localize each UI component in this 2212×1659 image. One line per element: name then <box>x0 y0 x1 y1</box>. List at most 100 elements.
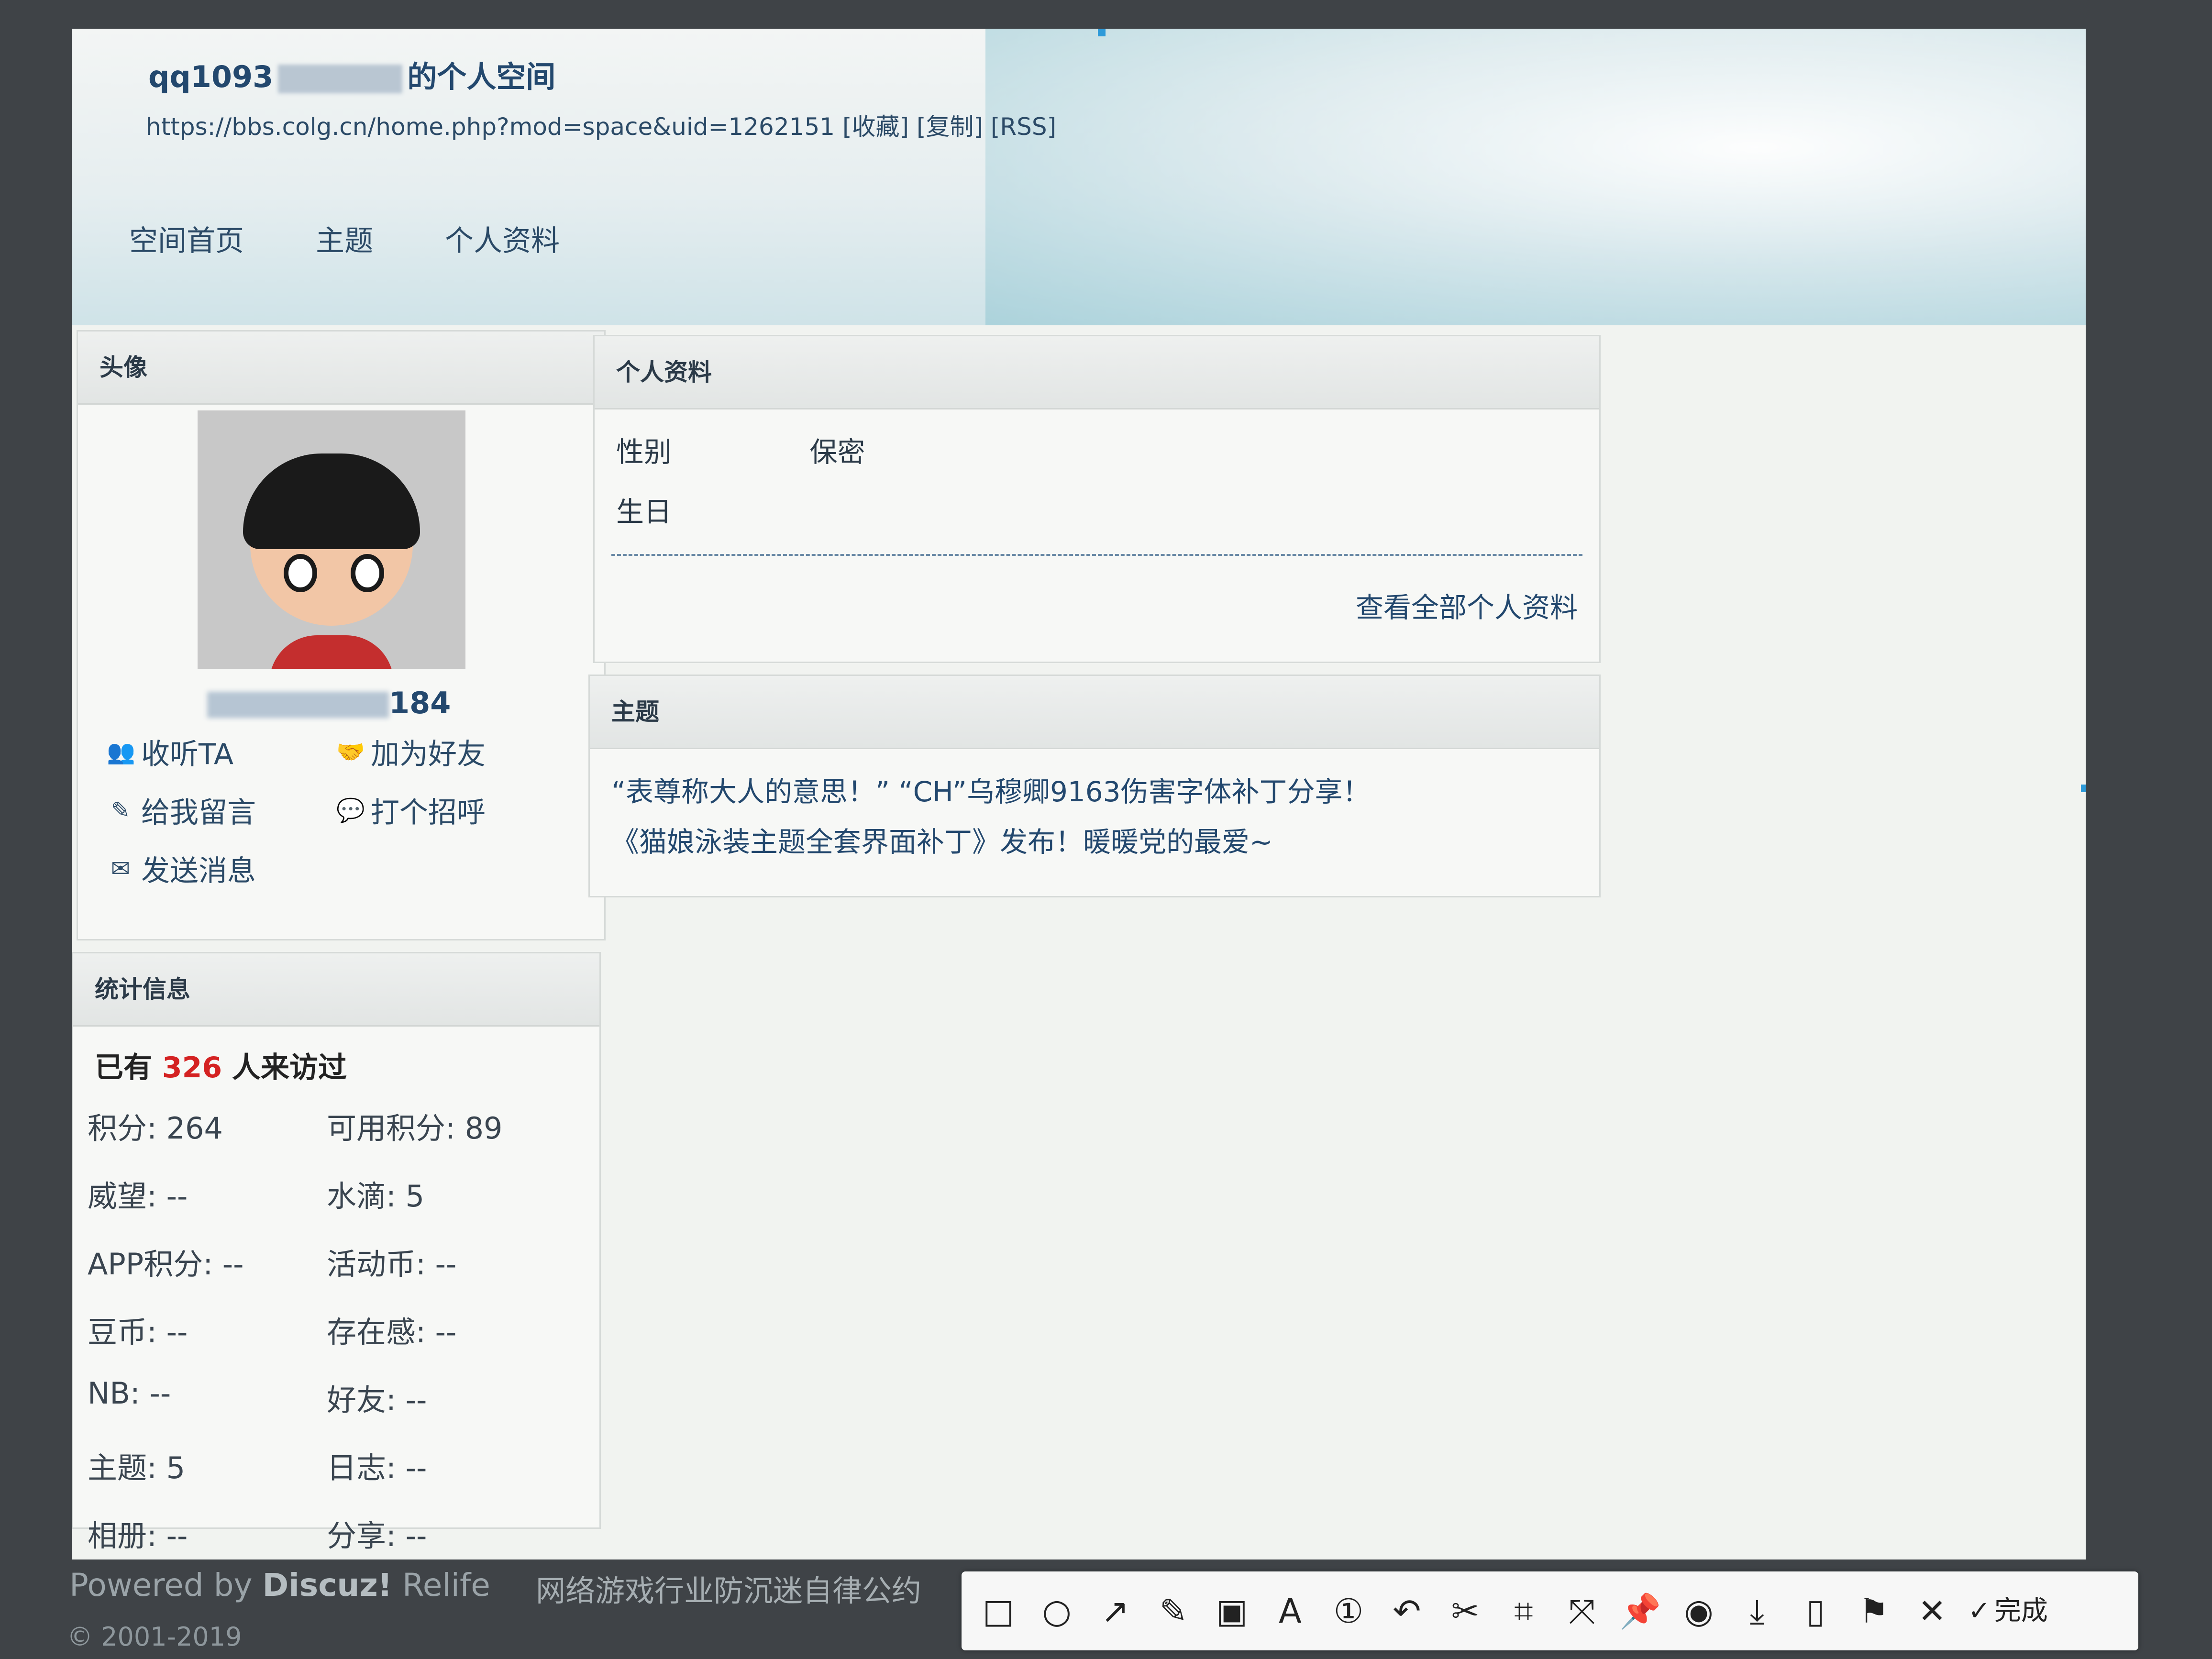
undo-icon[interactable]: ↶ <box>1384 1589 1429 1634</box>
send-message-label: 发送消息 <box>141 854 256 888</box>
profile-panel: 个人资料 性别 保密 生日 查看全部个人资料 <box>593 335 1601 663</box>
stats-grid: 积分: 264 可用积分: 89 威望: -- 水滴: 5 APP积分: -- … <box>88 1104 566 1555</box>
space-title: qq1093 的个人空间 <box>148 53 555 96</box>
scissors-icon[interactable]: ✂ <box>1443 1589 1488 1634</box>
space-url-line: https://bbs.colg.cn/home.php?mod=space&u… <box>146 108 1056 142</box>
add-friend-label: 加为好友 <box>371 738 486 771</box>
birthday-row: 生日 <box>616 489 672 530</box>
action-links: 👥 收听TA 🤝 加为好友 ✎ 给我留言 💬 打个招呼 ✉ 发送消息 <box>107 731 561 889</box>
rss-link[interactable]: [RSS] <box>991 113 1056 141</box>
greet-label: 打个招呼 <box>371 796 486 830</box>
nav-space-home[interactable]: 空间首页 <box>129 218 244 259</box>
redacted-username <box>207 692 389 719</box>
stat-app-points: APP积分: -- <box>88 1247 244 1282</box>
arrow-icon[interactable]: ↗ <box>1093 1589 1138 1634</box>
gender-label: 性别 <box>616 436 672 468</box>
powered-suffix: Relife <box>402 1567 490 1604</box>
view-all-profile-link[interactable]: 查看全部个人资料 <box>1356 585 1578 625</box>
space-url[interactable]: https://bbs.colg.cn/home.php?mod=space&u… <box>146 113 835 141</box>
threads-panel: 主题 “表尊称大人的意思！” “CH”乌穆卿9163伤害字体补丁分享！ 《猫娘泳… <box>588 675 1601 897</box>
circle-icon[interactable]: ○ <box>1034 1589 1079 1634</box>
avatar-right-eye <box>351 554 384 592</box>
username: 184 <box>207 686 451 720</box>
stat-shares: 分享: -- <box>327 1518 427 1553</box>
space-nav: 空间首页 主题 个人资料 <box>129 218 560 259</box>
mosaic-icon[interactable]: ▣ <box>1209 1589 1254 1634</box>
nav-profile[interactable]: 个人资料 <box>445 218 560 259</box>
mail-icon: ✉ <box>111 855 131 882</box>
pin-icon[interactable]: 📌 <box>1618 1589 1663 1634</box>
add-friend-button[interactable]: 🤝 加为好友 <box>336 731 561 773</box>
stat-friends: 好友: -- <box>327 1382 427 1417</box>
stat-water-drops: 水滴: 5 <box>327 1179 425 1214</box>
check-icon: ✓ <box>1968 1595 1991 1626</box>
stat-prestige: 威望: -- <box>88 1179 188 1214</box>
visits-prefix: 已有 <box>95 1051 152 1084</box>
footer-powered-by: Powered by Discuz! Relife <box>69 1567 490 1604</box>
anti-addiction-link[interactable]: 网络游戏行业防沉迷自律公约 <box>536 1567 921 1610</box>
thread-link[interactable]: “表尊称大人的意思！” “CH”乌穆卿9163伤害字体补丁分享！ <box>611 769 1371 809</box>
birthday-label: 生日 <box>616 496 672 528</box>
copy-link[interactable]: [复制] <box>917 113 983 141</box>
stat-beans: 豆币: -- <box>88 1315 188 1349</box>
visit-count: 已有 326 人来访过 <box>95 1044 347 1086</box>
gender-row: 性别 保密 <box>616 430 865 470</box>
profile-divider <box>611 554 1582 556</box>
stat-event-coins: 活动币: -- <box>327 1247 457 1282</box>
discuz-brand[interactable]: Discuz! <box>263 1567 392 1604</box>
greet-button[interactable]: 💬 打个招呼 <box>336 789 561 831</box>
nav-threads[interactable]: 主题 <box>316 218 373 259</box>
avatar-hair <box>243 453 420 549</box>
username-suffix: 184 <box>389 686 451 720</box>
footer-copyright: © 2001-2019 <box>67 1622 242 1652</box>
number-icon[interactable]: ① <box>1326 1589 1371 1634</box>
stat-points: 积分: 264 <box>88 1111 223 1146</box>
favorite-link[interactable]: [收藏] <box>842 113 909 141</box>
gender-value: 保密 <box>809 436 865 468</box>
avatar-panel-title: 头像 <box>78 332 604 405</box>
listen-icon: 👥 <box>107 738 135 765</box>
stat-presence: 存在感: -- <box>327 1315 457 1349</box>
stat-threads[interactable]: 主题: 5 <box>88 1444 327 1487</box>
pen-icon[interactable]: ✎ <box>1151 1589 1196 1634</box>
pencil-icon: ✎ <box>111 796 131 824</box>
threads-panel-title: 主题 <box>590 676 1599 749</box>
translate-icon[interactable]: ⌗ <box>1501 1589 1546 1634</box>
selection-handle[interactable] <box>1098 29 1106 36</box>
avatar-left-eye <box>284 554 317 592</box>
banner-sky-image <box>985 29 2086 325</box>
rectangle-icon[interactable]: □ <box>976 1589 1021 1634</box>
thread-link[interactable]: 《猫娘泳装主题全套界面补丁》发布！暖暖党的最爱~ <box>611 819 1273 860</box>
leave-message-button[interactable]: ✎ 给我留言 <box>107 789 336 831</box>
done-button[interactable]: ✓ 完成 <box>1968 1589 2048 1634</box>
avatar-panel: 头像 184 👥 收听TA 🤝 加为好友 ✎ 给我留言 💬 打个招呼 ✉ 发送消息 <box>77 330 606 940</box>
space-banner: qq1093 的个人空间 https://bbs.colg.cn/home.php… <box>72 29 2086 325</box>
powered-prefix: Powered by <box>69 1567 253 1604</box>
stat-blogs: 日志: -- <box>327 1450 427 1485</box>
stat-albums: 相册: -- <box>88 1518 188 1553</box>
stats-panel-title: 统计信息 <box>73 953 599 1027</box>
avatar-shirt <box>269 635 394 669</box>
send-message-button[interactable]: ✉ 发送消息 <box>107 848 336 889</box>
done-label: 完成 <box>1994 1595 2048 1626</box>
browser-screen: qq1093 的个人空间 https://bbs.colg.cn/home.php… <box>72 29 2086 1559</box>
phone-icon[interactable]: ▯ <box>1793 1589 1838 1634</box>
space-title-suffix: 的个人空间 <box>407 59 556 94</box>
add-friend-icon: 🤝 <box>336 738 365 765</box>
expand-icon[interactable]: ⤧ <box>1559 1589 1604 1634</box>
bookmark-icon[interactable]: ⚑ <box>1851 1589 1896 1634</box>
stat-available-points: 可用积分: 89 <box>327 1111 503 1146</box>
space-title-prefix: qq1093 <box>148 59 274 94</box>
record-icon[interactable]: ◉ <box>1676 1589 1721 1634</box>
listen-button[interactable]: 👥 收听TA <box>107 731 336 773</box>
profile-panel-title: 个人资料 <box>595 336 1599 409</box>
greet-icon: 💬 <box>336 796 365 824</box>
close-icon[interactable]: ✕ <box>1910 1589 1955 1634</box>
selection-handle[interactable] <box>2081 785 2086 792</box>
screenshot-toolbar: □ ○ ↗ ✎ ▣ A ① ↶ ✂ ⌗ ⤧ 📌 ◉ ⤓ ▯ ⚑ ✕ ✓ 完成 <box>962 1571 2138 1650</box>
stats-panel: 统计信息 已有 326 人来访过 积分: 264 可用积分: 89 威望: --… <box>72 952 601 1553</box>
text-icon[interactable]: A <box>1268 1589 1313 1634</box>
download-icon[interactable]: ⤓ <box>1735 1589 1780 1634</box>
avatar[interactable] <box>198 410 465 669</box>
redacted-name <box>278 64 403 93</box>
